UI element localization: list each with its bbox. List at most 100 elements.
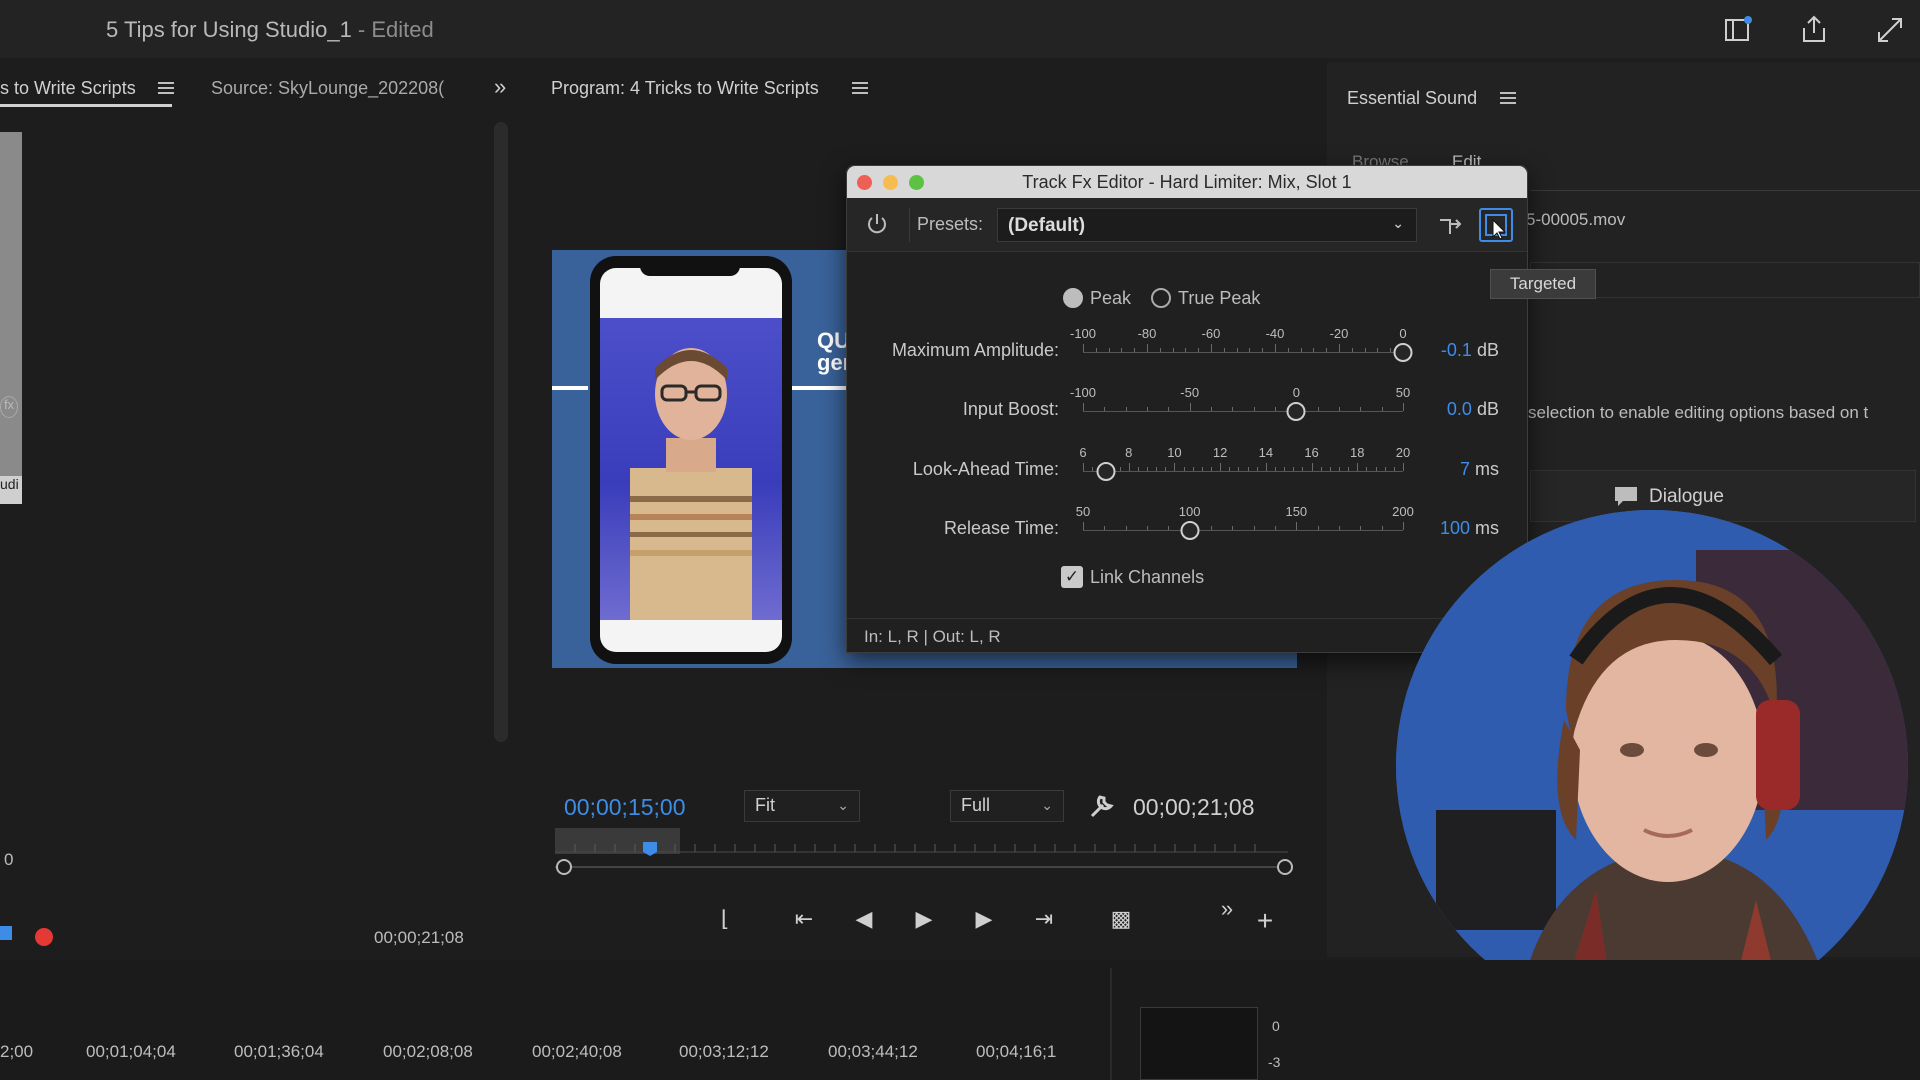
program-menu-icon[interactable] [852,82,868,94]
ruler-label: 00;02;08;08 [383,1042,473,1061]
max-amplitude-slider[interactable]: -100 -80 -60 -40 -20 0 [1070,326,1413,366]
fx-badge: fx [0,396,18,418]
zoom-bar[interactable] [555,866,1288,868]
playhead-scrubber[interactable] [555,828,1288,864]
more-controls-icon[interactable]: » [1212,894,1242,924]
slider-minor-tick [1125,407,1127,411]
slider-minor-tick [1211,526,1212,530]
slider-major-tick [1174,463,1176,471]
slider-tick-label: 12 [1212,445,1228,460]
slider-track[interactable] [1083,530,1403,531]
tab-source-clip[interactable]: Source: SkyLounge_202208( [211,78,444,99]
slider-minor-tick [1253,526,1255,530]
go-to-in-icon[interactable]: ⇤ [789,904,819,934]
slider-minor-tick [1201,467,1203,471]
input-boost-value[interactable]: 0.0 dB [1399,399,1499,420]
input-boost-slider[interactable]: -100 -50 0 50 [1070,385,1410,425]
add-button-icon[interactable]: + [1250,906,1280,936]
zoom-select[interactable]: Fit ⌄ [744,790,860,822]
param-label-input-boost: Input Boost: [962,399,1059,419]
value-number: -0.1 [1440,340,1472,360]
fullscreen-icon[interactable] [1874,14,1906,46]
slider-thumb[interactable] [1096,462,1116,481]
slider-minor-tick [1192,467,1194,471]
true-peak-radio[interactable] [1151,288,1171,308]
slider-thumb[interactable] [1180,521,1200,540]
mark-out-icon[interactable]: ⌊ [710,904,740,934]
phone-video [600,318,782,620]
tab-source-sequence[interactable]: s to Write Scripts [0,78,136,99]
audio-meter [1140,1007,1258,1080]
go-to-out-icon[interactable]: ⇥ [1029,904,1059,934]
link-channels-checkbox[interactable]: ✓ [1061,566,1083,588]
slider-minor-tick [1262,348,1264,352]
zoom-handle-left[interactable] [556,859,572,875]
peak-radio[interactable] [1063,288,1083,308]
track-level-label: 0 [4,850,14,869]
phone-notch [640,262,740,276]
slider-minor-tick [1339,467,1340,471]
slider-major-tick [1211,344,1212,352]
release-time-slider[interactable]: 50 100 150 200 [1076,504,1414,544]
slider-minor-tick [1095,348,1097,352]
play-icon[interactable]: ▶ [909,904,939,934]
source-panel [0,62,525,957]
value-number: 7 [1459,459,1470,479]
wrench-icon[interactable] [1088,792,1116,820]
monitor-icon[interactable] [0,926,12,940]
source-scrollbar[interactable] [494,122,508,742]
slider-minor-tick [1147,407,1148,411]
slider-minor-tick [1211,467,1212,471]
slider-minor-tick [1185,348,1187,352]
ruler-label: 00;02;40;08 [532,1042,622,1061]
zoom-handle-right[interactable] [1277,859,1293,875]
step-forward-icon[interactable]: ▶ [969,904,999,934]
current-timecode[interactable]: 00;00;15;00 [564,794,686,821]
more-panels-icon[interactable]: » [494,74,506,100]
value-number: 100 [1439,518,1470,538]
share-icon[interactable] [1798,14,1830,46]
slider-minor-tick [1313,348,1315,352]
dialogue-button[interactable]: Dialogue [1530,470,1916,522]
look-ahead-value[interactable]: 7 ms [1399,459,1499,480]
routing-icon[interactable] [1437,212,1463,238]
panel-menu-icon[interactable] [158,82,174,94]
slider-minor-tick [1329,467,1331,471]
quality-select[interactable]: Full ⌄ [950,790,1064,822]
release-time-value[interactable]: 100 ms [1399,518,1499,539]
slider-tick-label: -60 [1201,326,1221,341]
slider-minor-tick [1147,467,1148,471]
workspaces-icon[interactable] [1722,14,1754,46]
essential-sound-menu-icon[interactable] [1500,92,1516,104]
lift-icon[interactable]: ▩ [1106,904,1136,934]
slider-major-tick [1265,463,1267,471]
slider-minor-tick [1275,526,1276,530]
io-status: In: L, R | Out: L, R [864,627,1001,646]
program-tab-title[interactable]: Program: 4 Tricks to Write Scripts [551,78,819,99]
slider-minor-tick [1125,526,1127,530]
slider-major-tick [1128,463,1130,471]
source-scrollbar-left[interactable] [0,132,22,488]
step-back-icon[interactable]: ◀ [849,904,879,934]
max-amplitude-value[interactable]: -0.1 dB [1399,340,1499,361]
param-label-release-time: Release Time: [943,518,1059,538]
power-icon[interactable] [865,212,889,236]
true-peak-label: True Peak [1178,288,1261,308]
slider-minor-tick [1381,526,1383,530]
slider-minor-tick [1377,348,1379,352]
slider-tick-label: 100 [1178,504,1201,519]
slider-track[interactable] [1083,411,1403,412]
slider-minor-tick [1092,467,1094,471]
record-icon[interactable] [35,928,53,946]
slider-track[interactable] [1083,471,1403,472]
presets-select[interactable]: (Default) ⌄ [997,208,1417,242]
slider-major-tick [1311,463,1313,471]
slider-minor-tick [1300,348,1302,352]
value-unit: dB [1476,399,1499,419]
dialogue-label: Dialogue [1649,486,1724,507]
value-unit: ms [1475,518,1499,538]
targeted-icon[interactable] [1479,208,1513,242]
slider-thumb[interactable] [1286,402,1306,421]
look-ahead-slider[interactable]: 6 8 10 12 14 16 18 20 [1079,445,1410,485]
slider-track[interactable] [1083,352,1403,353]
